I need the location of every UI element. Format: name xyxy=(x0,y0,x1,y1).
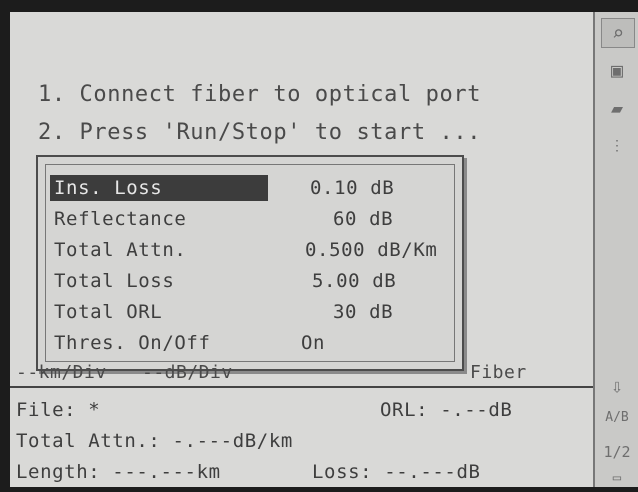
instrument-screen: 1. Connect fiber to optical port 2. Pres… xyxy=(10,12,603,487)
search-icon[interactable]: ⌕ xyxy=(601,18,635,48)
loss-readout: Loss: --.---dB xyxy=(312,461,481,483)
reflectance-row[interactable]: Reflectance 60 dB xyxy=(50,206,393,232)
ins-loss-label: Ins. Loss xyxy=(50,175,268,201)
total-orl-row[interactable]: Total ORL 30 dB xyxy=(50,299,393,325)
ins-loss-row[interactable]: Ins. Loss 0.10 dB xyxy=(50,175,394,201)
save-icon[interactable]: ▣ xyxy=(601,56,633,84)
tool-sidebar: ⌕ ▣ ▰ ⋮ ⇩ A/B 1/2 ▭ xyxy=(593,12,638,487)
threshold-toggle-value: On xyxy=(301,332,326,354)
total-loss-label: Total Loss xyxy=(54,270,175,292)
total-attn-row[interactable]: Total Attn. 0.500 dB/Km xyxy=(50,237,437,263)
threshold-toggle-label: Thres. On/Off xyxy=(54,332,211,354)
total-orl-value: 30 dB xyxy=(333,301,394,323)
total-attn-readout: Total Attn.: -.---dB/km xyxy=(16,430,293,452)
threshold-toggle-row[interactable]: Thres. On/Off On xyxy=(50,330,324,356)
reflectance-value: 60 dB xyxy=(333,208,394,230)
orl-readout: ORL: -.--dB xyxy=(380,399,513,421)
a-b-toggle-icon[interactable]: A/B xyxy=(601,404,633,432)
total-loss-value: 5.00 dB xyxy=(312,270,397,292)
scroll-track[interactable]: ⋮ xyxy=(601,132,633,160)
open-folder-icon[interactable]: ▰ xyxy=(601,94,633,122)
total-orl-label: Total ORL xyxy=(54,301,163,323)
km-per-div-label: --km/Div xyxy=(16,364,107,383)
db-per-div-label: --dB/Div xyxy=(142,364,233,383)
total-loss-row[interactable]: Total Loss 5.00 dB xyxy=(50,268,396,294)
trace-axis-bar: --km/Div --dB/Div Fiber xyxy=(10,364,603,388)
length-readout: Length: ---.---km xyxy=(16,461,221,483)
page-indicator: 1/2 xyxy=(603,443,631,461)
scroll-down-arrow-icon[interactable]: ⇩ xyxy=(601,372,633,400)
total-attn-label: Total Attn. xyxy=(54,239,187,261)
fiber-label: Fiber xyxy=(470,364,527,383)
file-label: File: * xyxy=(16,399,101,421)
total-attn-value: 0.500 dB/Km xyxy=(305,239,438,261)
instruction-step-2: 2. Press 'Run/Stop' to start ... xyxy=(38,120,482,145)
instruction-step-1: 1. Connect fiber to optical port xyxy=(38,82,482,107)
battery-icon: ▭ xyxy=(612,470,622,486)
reflectance-label: Reflectance xyxy=(54,208,187,230)
ins-loss-value: 0.10 dB xyxy=(310,177,395,199)
threshold-settings-dialog: Ins. Loss 0.10 dB Reflectance 60 dB Tota… xyxy=(36,155,464,371)
